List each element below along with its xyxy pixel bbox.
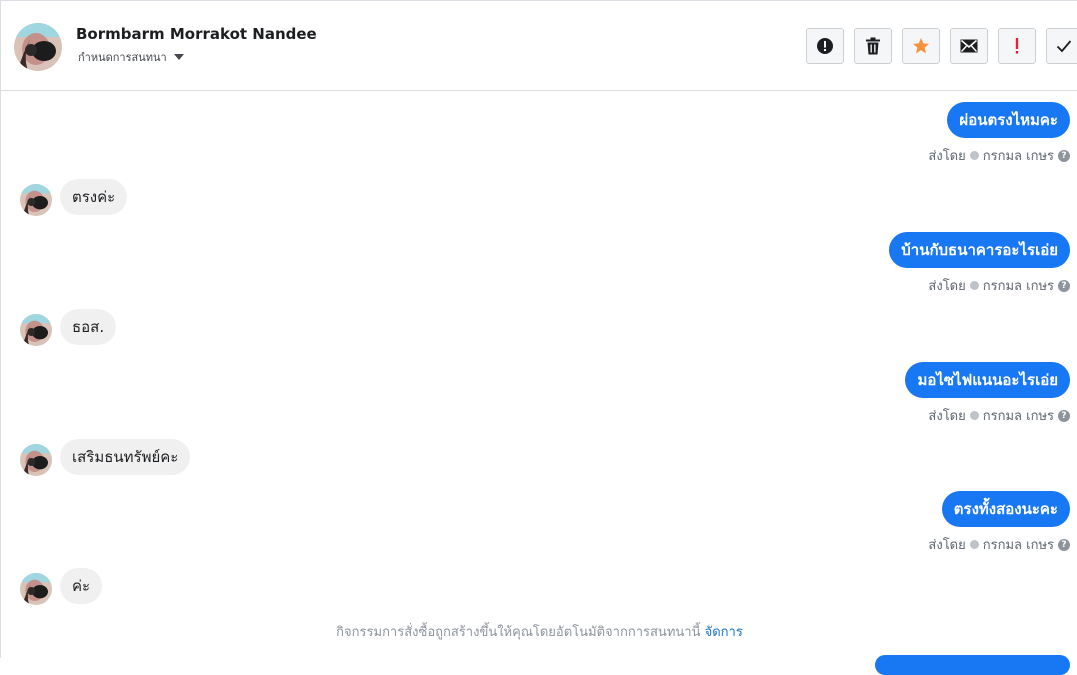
conversation-options-dropdown[interactable]: กำหนดการสนทนา [78,48,184,66]
mark-unread-button[interactable] [950,28,988,64]
help-icon[interactable]: ? [1058,409,1070,422]
sender-name[interactable]: กรกมล เกษร [983,275,1054,296]
help-icon[interactable]: ? [1058,538,1070,551]
envelope-icon [960,39,978,53]
order-activity-text: กิจกรรมการสั่งซื้อถูกสร้างขึ้นให้คุณโดยอ… [336,625,701,640]
order-activity-notice: กิจกรรมการสั่งซื้อถูกสร้างขึ้นให้คุณโดยอ… [1,621,1077,642]
exclamation-circle-icon [817,38,833,54]
star-button[interactable] [902,28,940,64]
spam-button[interactable] [806,28,844,64]
message-bubble-incoming[interactable]: ธอส. [60,309,117,345]
sent-by-info: ส่งโดย กรกมล เกษร? [928,405,1070,426]
message-bubble-outgoing[interactable]: ตรงทั้งสองนะคะ [941,491,1070,527]
verified-icon [969,151,979,160]
sender-name[interactable]: กรกมล เกษร [983,405,1054,426]
sent-by-label: ส่งโดย [928,409,966,424]
mark-done-button[interactable] [1046,28,1077,64]
message-bubble-incoming[interactable]: ตรงค่ะ [60,179,128,215]
contact-avatar[interactable] [14,23,62,71]
caret-down-icon [173,54,184,60]
sent-by-info: ส่งโดย กรกมล เกษร? [928,145,1070,166]
sender-name[interactable]: กรกมล เกษร [983,534,1054,555]
message-bubble-outgoing [875,655,1070,675]
follow-up-button[interactable] [998,28,1036,64]
sent-by-info: ส่งโดย กรกมล เกษร? [928,275,1070,296]
sent-by-label: ส่งโดย [928,149,966,164]
contact-name[interactable]: Bormbarm Morrakot Nandee [76,25,317,43]
contact-avatar[interactable] [20,444,52,476]
sent-by-info: ส่งโดย กรกมล เกษร? [928,534,1070,555]
verified-icon [969,281,979,290]
message-bubble-outgoing[interactable]: มอไซไฟแนนอะไรเอ่ย [905,362,1070,398]
contact-avatar[interactable] [20,314,52,346]
exclamation-icon [1015,38,1019,54]
sent-by-label: ส่งโดย [928,538,966,553]
message-bubble-incoming[interactable]: ค่ะ [60,568,103,604]
contact-avatar[interactable] [20,573,52,605]
help-icon[interactable]: ? [1058,149,1070,162]
trash-icon [866,37,880,55]
inbox-conversation-panel: Bormbarm Morrakot Nandee กำหนดการสนทนา ผ… [0,0,1077,675]
sent-by-label: ส่งโดย [928,279,966,294]
message-bubble-outgoing[interactable]: ผ่อนตรงไหมคะ [947,102,1070,138]
star-icon [913,38,929,54]
conversation-header: Bormbarm Morrakot Nandee กำหนดการสนทนา [1,1,1077,91]
delete-button[interactable] [854,28,892,64]
check-icon [1056,40,1072,53]
help-icon[interactable]: ? [1058,279,1070,292]
message-bubble-incoming[interactable]: เสริมธนทรัพย์คะ [60,439,191,475]
conversation-options-label: กำหนดการสนทนา [78,51,167,64]
verified-icon [969,540,979,549]
contact-avatar[interactable] [20,184,52,216]
verified-icon [969,411,979,420]
message-bubble-outgoing[interactable]: บ้านกับธนาคารอะไรเอ่ย [889,232,1070,268]
manage-link[interactable]: จัดการ [705,625,743,640]
sender-name[interactable]: กรกมล เกษร [983,145,1054,166]
